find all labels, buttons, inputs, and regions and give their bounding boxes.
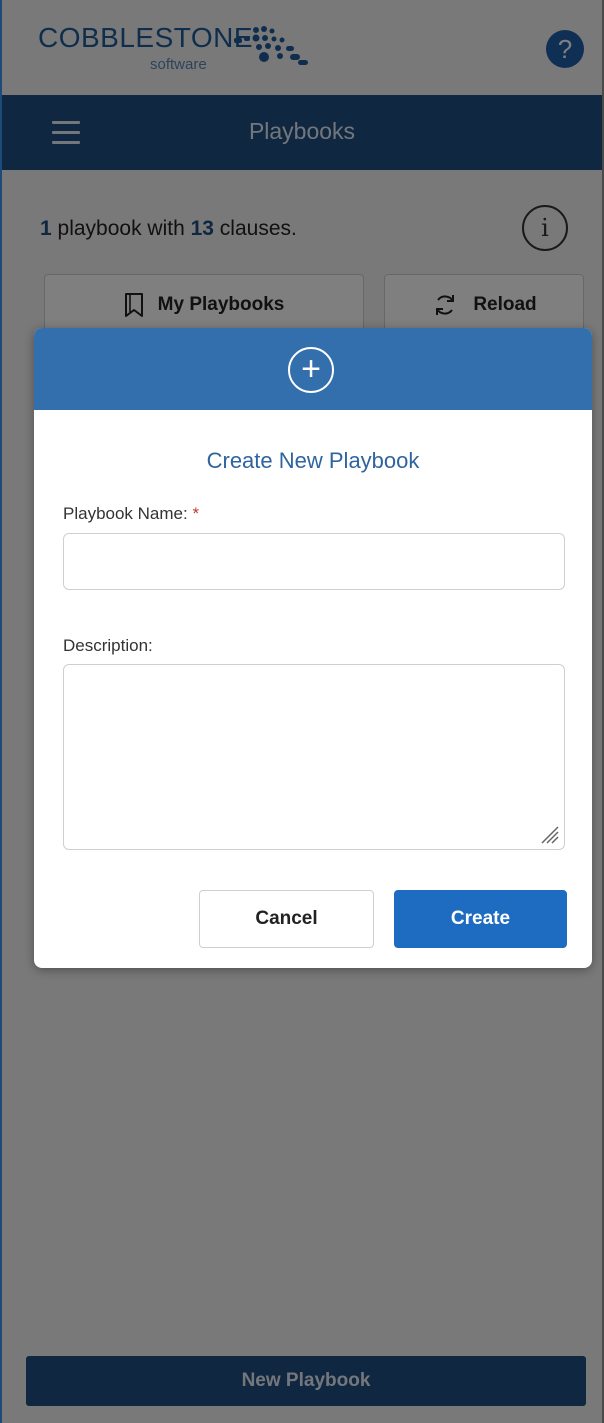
- playbook-name-input[interactable]: [63, 533, 565, 590]
- description-textarea[interactable]: [63, 664, 565, 850]
- required-marker: *: [192, 504, 200, 523]
- playbook-name-label-text: Playbook Name:: [63, 504, 188, 523]
- cancel-button[interactable]: Cancel: [199, 890, 374, 948]
- create-playbook-dialog: + Create New Playbook Playbook Name: * D…: [34, 328, 592, 968]
- dialog-header: +: [34, 328, 592, 410]
- playbook-name-label: Playbook Name: *: [63, 504, 199, 524]
- plus-circle-icon: +: [288, 347, 334, 393]
- description-label: Description:: [63, 636, 153, 655]
- dialog-title: Create New Playbook: [206, 448, 420, 473]
- resize-grip-icon[interactable]: [538, 823, 560, 845]
- app-frame: COBBLESTONE software: [0, 0, 604, 1423]
- create-button[interactable]: Create: [394, 890, 567, 948]
